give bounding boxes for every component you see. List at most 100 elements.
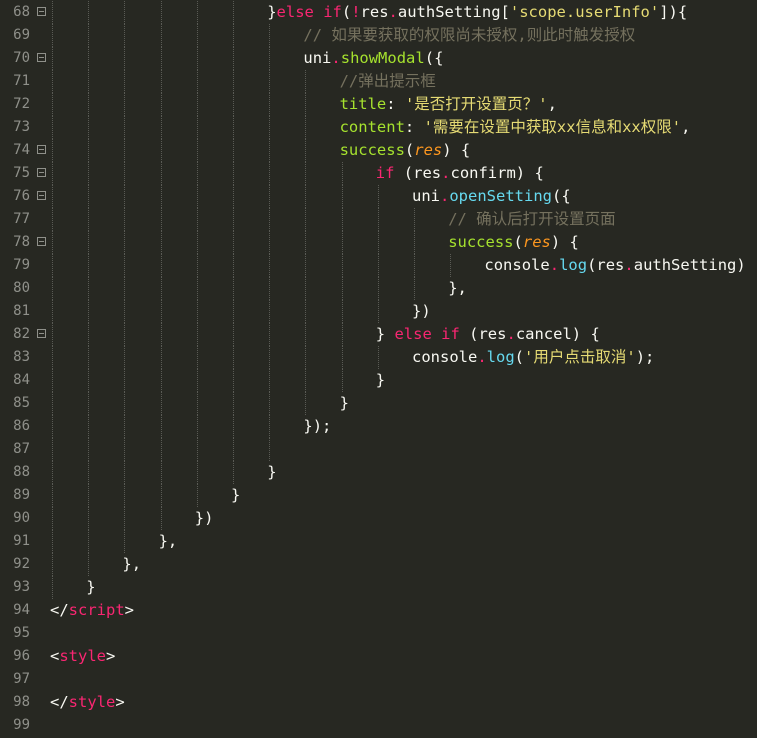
fold-toggle-icon[interactable] [37,145,46,154]
indent-guide [88,185,90,208]
code-line[interactable]: 73 content: '需要在设置中获取xx信息和xx权限', [0,116,757,139]
code-line[interactable]: 94 </script> [0,599,757,622]
code-token: . [440,187,450,205]
code-line[interactable]: 75 if (res.confirm) { [0,162,757,185]
indent-guide [160,162,162,185]
code-line[interactable]: 89} [0,484,757,507]
code-token: : [404,118,424,136]
code-line[interactable]: 71 //弹出提示框 [0,70,757,93]
code-token: . [388,3,398,21]
fold-toggle-icon[interactable] [37,191,46,200]
indent-guide [88,369,90,392]
indent-guide [52,1,53,24]
indent-guide [124,323,126,346]
code-line[interactable]: 82} else if (res.cancel) { [0,323,757,346]
code-token: else if [394,325,460,343]
indent-guide [233,93,234,116]
indent-guide [52,530,53,553]
code-text: // 确认后打开设置页面 [448,208,616,231]
line-number: 96 [13,648,30,664]
indent-guide [305,116,307,139]
indent-guide [160,461,162,484]
code-line[interactable]: 96 <style> [0,645,757,668]
code-line[interactable]: 72 title: '是否打开设置页？', [0,93,757,116]
code-token: ( [341,3,352,21]
code-line[interactable]: 68}else if(!res.authSetting['scope.userI… [0,1,757,24]
indent-guide [233,70,234,93]
indent-guide [233,24,234,47]
indent-guide [305,93,307,116]
indent-guide [52,185,53,208]
code-token: : [386,95,405,113]
indent-guide [160,346,162,369]
code-line[interactable]: 80}, [0,277,757,300]
code-token: style [59,647,107,665]
code-line[interactable]: 92}, [0,553,757,576]
indent-guide [88,162,90,185]
line-number: 90 [13,510,30,526]
indent-guide [196,139,198,162]
code-line[interactable]: 87 [0,438,757,461]
indent-guide [124,93,126,116]
code-token: cancel) { [515,325,600,343]
indent-guide [52,277,53,300]
indent-guide [124,530,126,553]
indent-guide [305,70,307,93]
fold-toggle-icon[interactable] [37,53,46,62]
indent-guide [160,231,162,254]
line-number: 69 [13,27,30,43]
code-line[interactable]: 90}) [0,507,757,530]
code-line[interactable]: 69 // 如果要获取的权限尚未授权,则此时触发授权 [0,24,757,47]
code-line[interactable]: 95 [0,622,757,645]
code-token: ]){ [659,3,688,21]
code-token: success [339,141,405,159]
code-token: ( [404,141,415,159]
code-text: } [231,484,240,507]
indent-guide [450,254,452,277]
indent-guide [341,300,343,323]
code-line[interactable]: 86}); [0,415,757,438]
code-line[interactable]: 84} [0,369,757,392]
indent-guide [196,346,198,369]
code-editor[interactable]: 68}else if(!res.authSetting['scope.userI… [0,0,757,738]
code-token: </ [50,693,69,711]
code-line[interactable]: 88} [0,461,757,484]
indent-guide [160,415,162,438]
fold-toggle-icon[interactable] [37,168,46,177]
indent-guide [196,369,198,392]
code-line[interactable]: 91}, [0,530,757,553]
code-token: ) { [442,141,471,159]
code-line[interactable]: 98 </style> [0,691,757,714]
code-line[interactable]: 93} [0,576,757,599]
code-line[interactable]: 83 console.log('用户点击取消'); [0,346,757,369]
indent-guide [233,346,234,369]
code-token: . [477,348,487,366]
indent-guide [233,277,234,300]
code-line[interactable]: 76 uni.openSetting({ [0,185,757,208]
indent-guide [124,24,126,47]
code-line[interactable]: 81}) [0,300,757,323]
code-token: ! [351,3,361,21]
indent-guide [269,185,271,208]
indent-guide [269,162,271,185]
code-line[interactable]: 79 console.log(res.authSetting) [0,254,757,277]
line-number: 80 [13,280,30,296]
code-token: console [484,256,550,274]
fold-toggle-icon[interactable] [37,237,46,246]
fold-toggle-icon[interactable] [37,329,46,338]
code-text: //弹出提示框 [340,70,436,93]
code-line[interactable]: 74 success(res) { [0,139,757,162]
code-token: }) [412,302,431,320]
fold-toggle-icon[interactable] [37,7,46,16]
code-line[interactable]: 70 uni.showModal({ [0,47,757,70]
indent-guide [88,346,90,369]
indent-guide [124,47,126,70]
indent-guide [124,162,126,185]
code-line[interactable]: 77 // 确认后打开设置页面 [0,208,757,231]
code-line[interactable]: 99 [0,714,757,737]
code-line[interactable]: 97 [0,668,757,691]
code-line[interactable]: 78 success(res) { [0,231,757,254]
indent-guide [124,70,126,93]
code-line[interactable]: 85} [0,392,757,415]
indent-guide [196,70,198,93]
